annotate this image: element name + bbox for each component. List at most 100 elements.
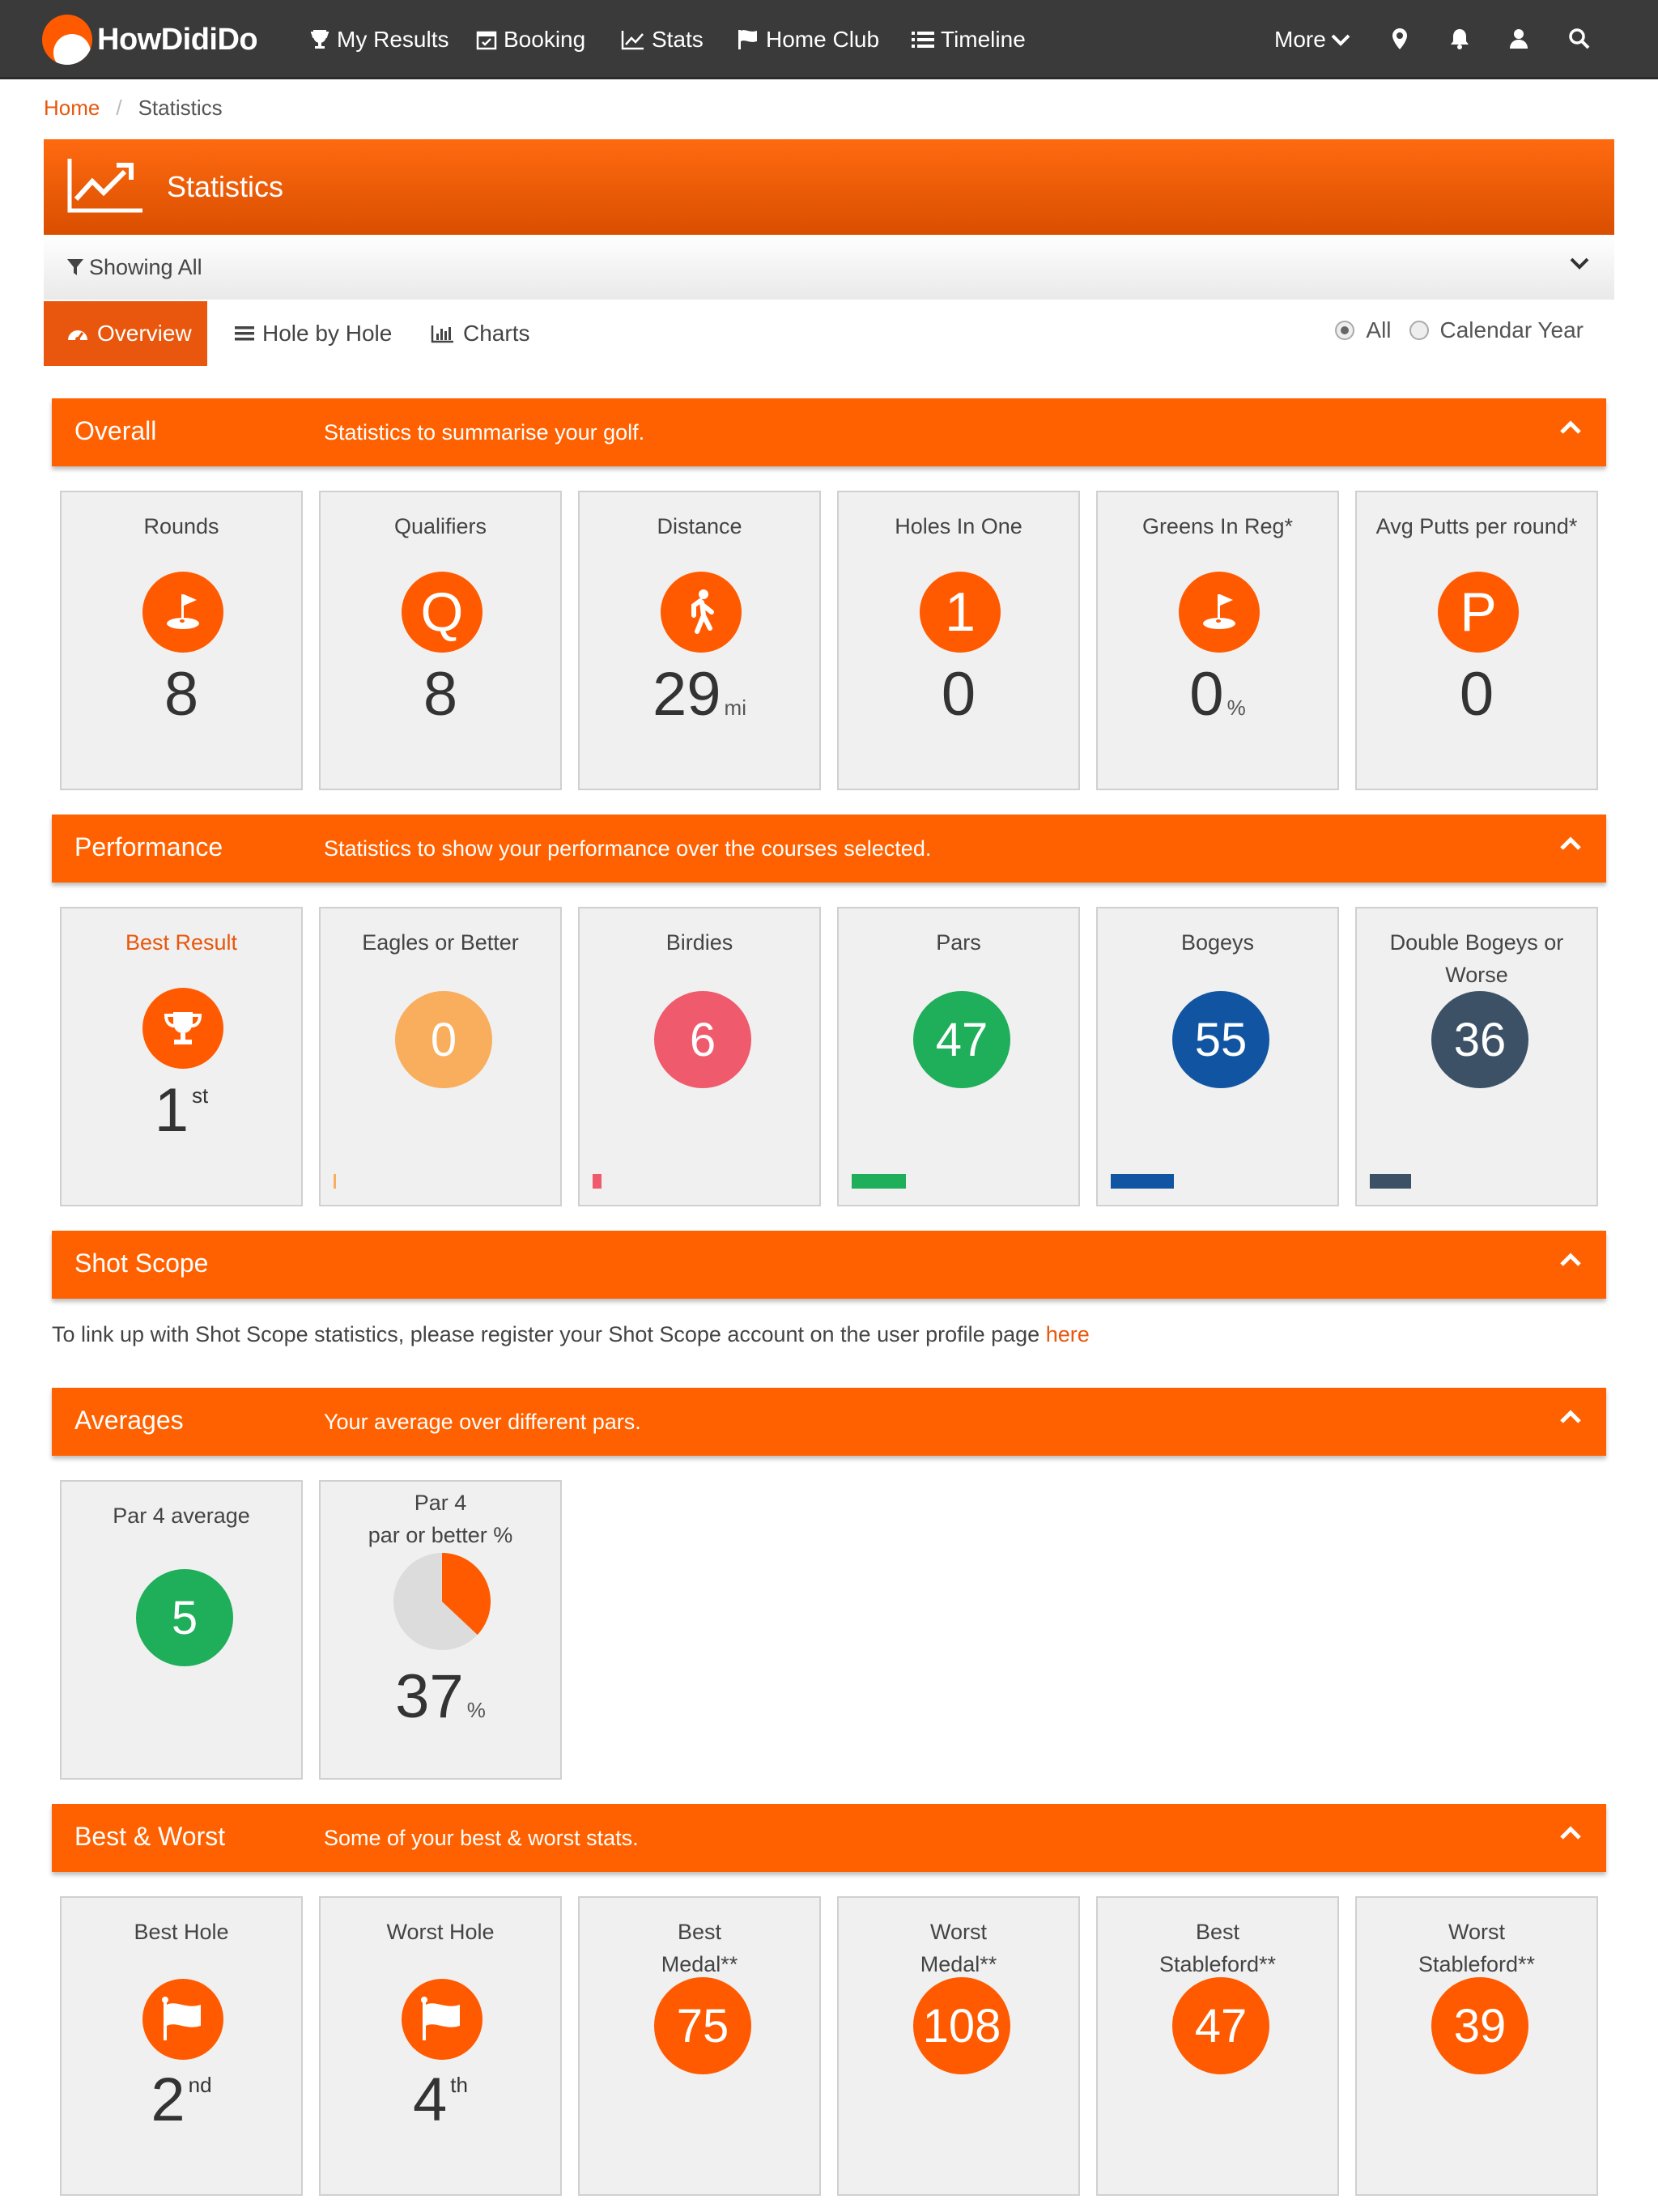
nav-my-results[interactable]: My Results [309,0,449,79]
stat-card-double-bogeys: Double Bogeys or Worse 36 [1355,907,1598,1206]
chevron-up-icon[interactable] [1559,836,1582,856]
filter-status: Showing All [66,255,202,280]
par-or-better-pie-chart [393,1553,491,1650]
card-label: Best Result [125,930,238,955]
top-navbar: HowDidiDo My Results Booking Stats Home … [0,0,1658,79]
card-label: Best Hole [134,1920,229,1944]
section-description: Your average over different pars. [324,1410,641,1434]
list-icon [912,30,934,49]
search-icon[interactable] [1565,24,1594,53]
card-value: 8 [423,660,458,729]
radio-all-label: All [1366,317,1392,342]
nav-booking[interactable]: Booking [476,0,585,79]
stat-card-worst-medal: Worst Medal** 108 [837,1896,1080,2196]
filter-toggle-bar[interactable]: Showing All [44,235,1614,300]
stat-card-greens-in-reg: Greens In Reg* 0% [1096,491,1339,790]
breadcrumb-current: Statistics [138,96,223,120]
chevron-up-icon[interactable] [1559,419,1582,440]
tab-hole-by-hole[interactable]: Hole by Hole [235,301,392,366]
shot-scope-info-text: To link up with Shot Scope statistics, p… [52,1322,1040,1346]
breadcrumb-home-link[interactable]: Home [44,96,100,121]
score-circle: 6 [654,991,751,1088]
card-label-line2: Stableford** [1418,1952,1536,1976]
section-description: Statistics to summarise your golf. [324,420,645,445]
trophy-icon [142,988,223,1069]
radio-calendar-year-label: Calendar Year [1439,317,1584,342]
card-value-wrap: 1st [62,1080,301,1142]
card-value: 0 [941,660,976,729]
section-averages-header[interactable]: Averages Your average over different par… [52,1388,1606,1456]
chevron-up-icon[interactable] [1559,1825,1582,1845]
radio-all[interactable] [1335,321,1355,340]
tab-overview[interactable]: Overview [44,301,207,366]
card-label-line2: Stableford** [1158,1952,1277,1976]
nav-timeline[interactable]: Timeline [912,0,1026,79]
progress-bar [593,1174,602,1189]
nav-more-label: More [1274,27,1326,52]
white-flag-icon [402,1979,483,2060]
card-label: Par 4 par or better % [329,1487,552,1551]
list-icon [235,325,254,342]
card-label-line2: par or better % [368,1523,513,1547]
stat-card-eagles: Eagles or Better 0 [319,907,562,1206]
section-best-worst-header[interactable]: Best & Worst Some of your best & worst s… [52,1804,1606,1872]
card-value: 29 [653,660,721,729]
stat-card-qualifiers: Qualifiers Q 8 [319,491,562,790]
nav-label: Home Club [766,27,880,52]
card-label-line1: Worst [1448,1920,1505,1944]
nav-stats[interactable]: Stats [621,0,704,79]
chevron-down-icon[interactable] [1569,256,1590,276]
card-value-wrap: 2nd [62,2069,301,2131]
card-value: 0 [1459,660,1494,729]
stat-card-distance: Distance 29 mi [578,491,821,790]
tab-charts[interactable]: Charts [431,301,529,366]
card-value: 1 [154,1076,189,1145]
score-circle: 47 [913,991,1010,1088]
card-label: Par 4 average [113,1504,250,1528]
bell-icon[interactable] [1445,24,1474,53]
date-range-radio-group: All Calendar Year [1335,317,1584,343]
chevron-up-icon[interactable] [1559,1409,1582,1429]
section-title: Averages [74,1406,184,1435]
score-circle: 0 [395,991,492,1088]
radio-calendar-year[interactable] [1409,321,1429,340]
logo-mark-icon [42,15,92,65]
chevron-up-icon[interactable] [1559,1252,1582,1272]
section-shot-scope-header[interactable]: Shot Scope [52,1231,1606,1299]
card-label-line1: Best [1195,1920,1240,1944]
user-icon[interactable] [1504,24,1533,53]
score-circle: 108 [913,1977,1010,2074]
score-circle: 55 [1172,991,1269,1088]
card-label-line2: Medal** [920,1952,997,1976]
trophy-icon [309,29,330,50]
card-label: Double Bogeys or Worse [1389,930,1564,987]
nav-label: Stats [652,27,704,52]
card-label: Qualifiers [393,514,487,538]
section-performance-header[interactable]: Performance Statistics to show your perf… [52,815,1606,883]
qualifier-q-icon: Q [402,572,483,653]
section-title: Shot Scope [74,1249,209,1278]
card-label-line2: Medal** [661,1952,738,1976]
map-marker-icon[interactable] [1385,24,1414,53]
section-overall-header[interactable]: Overall Statistics to summarise your gol… [52,398,1606,466]
nav-label: Booking [504,27,586,52]
shot-scope-register-link[interactable]: here [1046,1322,1090,1346]
shot-scope-info: To link up with Shot Scope statistics, p… [52,1322,1090,1347]
score-circle: 75 [654,1977,751,2074]
bar-chart-icon [431,324,455,343]
nav-home-club[interactable]: Home Club [737,0,879,79]
card-label-line1: Par 4 [414,1491,467,1515]
progress-bar [334,1174,336,1189]
card-unit: mi [724,696,746,720]
section-title: Performance [74,832,223,861]
card-label: Pars [936,930,981,955]
nav-more[interactable]: More [1274,0,1350,79]
tab-label: Overview [97,321,192,346]
score-circle: 47 [1172,1977,1269,2074]
tab-label: Hole by Hole [262,321,393,346]
card-label: Birdies [665,930,733,955]
nav-label: Timeline [941,27,1026,52]
card-label: Best Stableford** [1106,1916,1329,1980]
howdidido-logo[interactable]: HowDidiDo [42,15,258,65]
card-label: Greens In Reg* [1141,514,1294,538]
